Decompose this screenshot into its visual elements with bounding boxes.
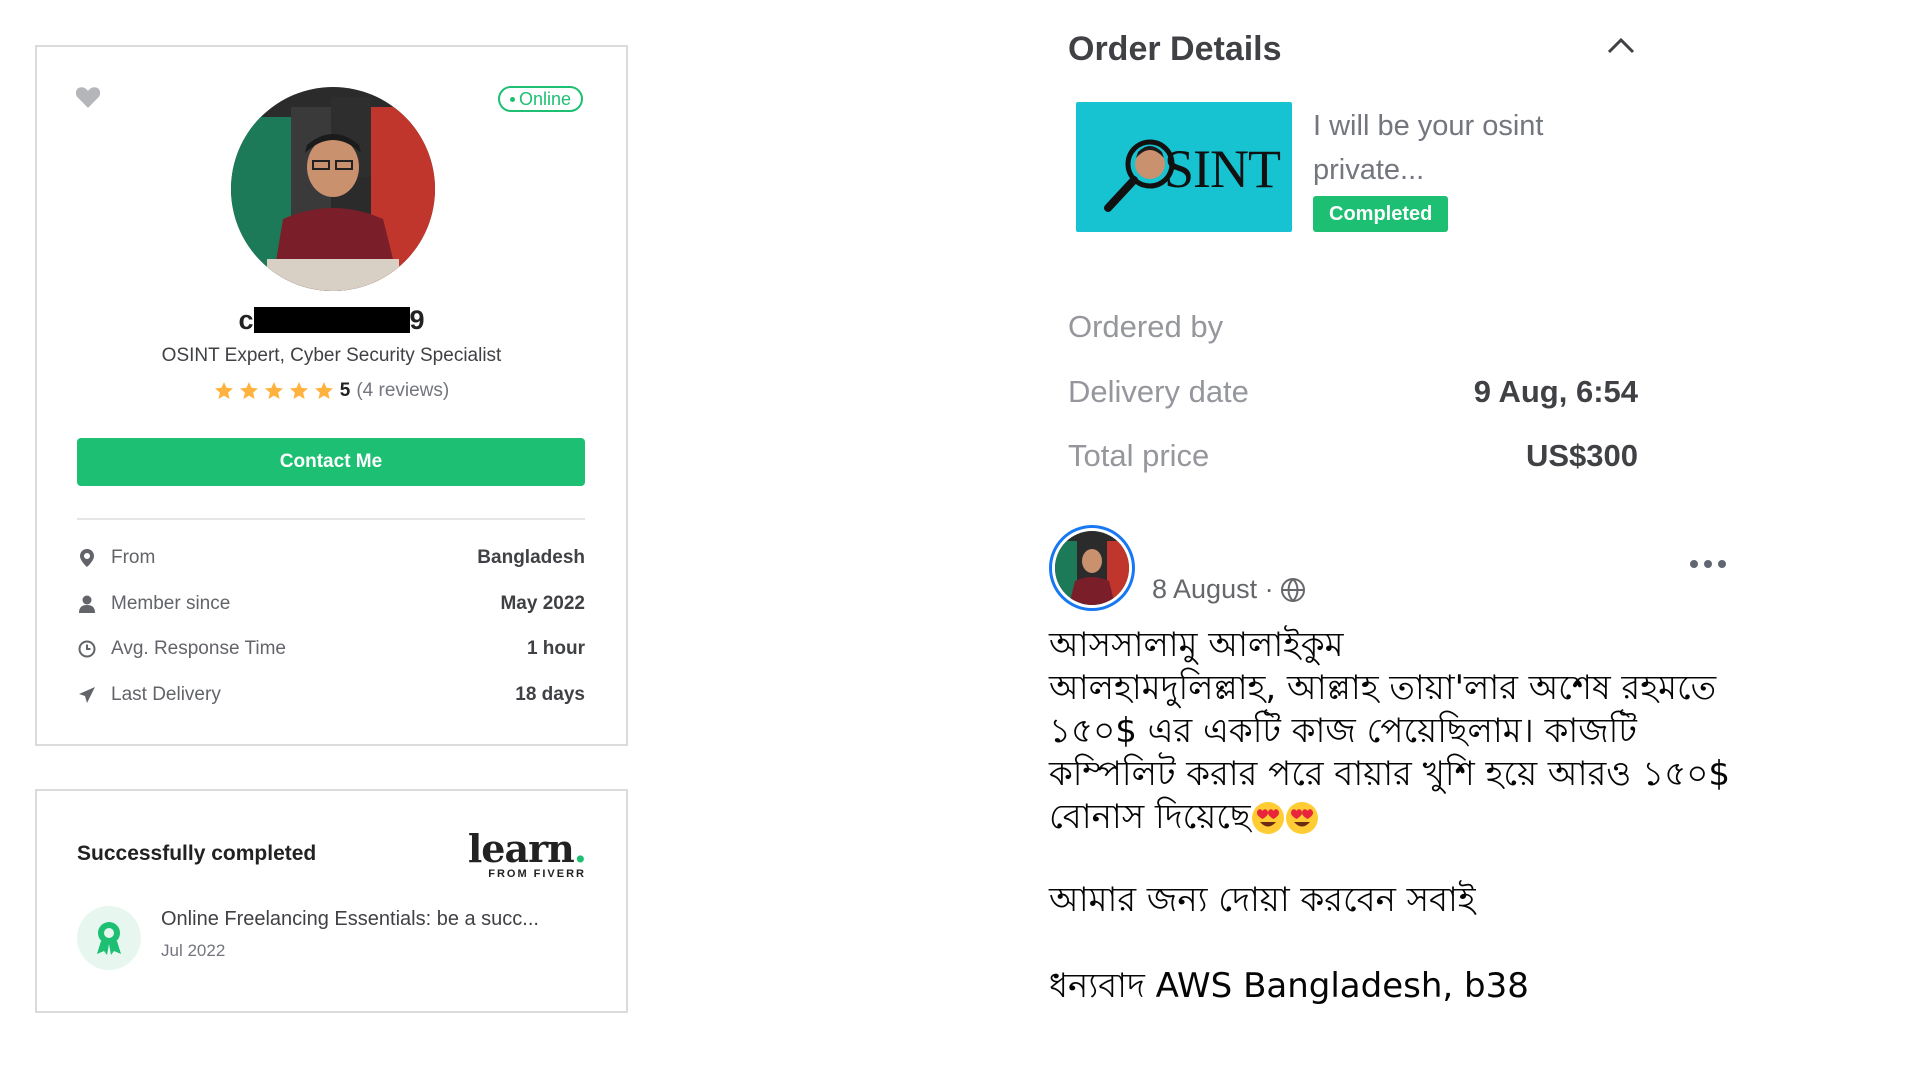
send-icon <box>77 685 97 705</box>
redacted-name-block <box>253 307 410 333</box>
post-line-with-emoji: বোনাস দিয়েছে <box>1049 796 1749 839</box>
chevron-up-icon[interactable] <box>1605 34 1637 58</box>
contact-me-button[interactable]: Contact Me <box>77 438 585 486</box>
certificate-badge-icon <box>77 906 141 970</box>
learn-from-fiverr-logo: learn. FROM FIVERR <box>467 826 587 881</box>
post-avatar-photo <box>1055 531 1129 605</box>
post-line: ১৫০$ এর একটি কাজ পেয়েছিলাম। কাজটি <box>1049 711 1637 751</box>
gig-thumb-text: SINT <box>1164 139 1281 199</box>
clock-icon <box>77 639 97 659</box>
star-icon <box>314 382 333 399</box>
star-icon <box>289 382 308 399</box>
course-title-link[interactable]: Online Freelancing Essentials: be a succ… <box>161 908 591 931</box>
info-row-from: From Bangladesh <box>77 545 585 571</box>
more-options-icon[interactable] <box>1690 558 1730 570</box>
heart-eyes-emoji-icon <box>1285 802 1318 834</box>
delivery-date-row: Delivery date 9 Aug, 6:54 <box>1068 374 1638 409</box>
online-status-badge: Online <box>498 86 584 112</box>
ordered-by-row: Ordered by <box>1068 309 1224 344</box>
order-status-badge: Completed <box>1313 196 1449 232</box>
rating-row: 5 (4 reviews) <box>37 380 626 402</box>
online-dot-icon <box>510 96 515 102</box>
user-icon <box>77 594 97 614</box>
total-price-row: Total price US$300 <box>1068 438 1638 473</box>
info-row-response-time: Avg. Response Time 1 hour <box>77 636 585 662</box>
heart-icon[interactable] <box>75 85 101 109</box>
post-line: আমার জন্য দোয়া করবেন সবাই <box>1049 880 1476 920</box>
seller-card: Online c9 OSINT Expert, Cyber Security S… <box>35 45 628 746</box>
info-row-last-delivery: Last Delivery 18 days <box>77 682 585 708</box>
avatar-photo <box>231 87 435 291</box>
star-icon <box>264 382 283 399</box>
heart-eyes-emoji-icon <box>1251 802 1284 834</box>
post-body: আসসালামু আলাইকুম আলহামদুলিল্লাহ, আল্লাহ … <box>1049 624 1749 1008</box>
seller-avatar[interactable] <box>231 87 435 291</box>
seller-tagline: OSINT Expert, Cyber Security Specialist <box>161 345 502 366</box>
star-icon <box>214 382 233 399</box>
info-row-member-since: Member since May 2022 <box>77 591 585 617</box>
star-rating <box>214 381 334 401</box>
globe-icon <box>1280 577 1305 602</box>
gig-title-link[interactable]: I will be your osint private... <box>1313 104 1613 192</box>
post-line: কম্পিলিট করার পরে বায়ার খুশি হয়ে আরও ১… <box>1049 754 1730 794</box>
learn-certificate-card: Successfully completed learn. FROM FIVER… <box>35 789 628 1013</box>
gig-thumbnail[interactable]: SINT <box>1076 102 1292 232</box>
divider <box>77 518 585 520</box>
location-pin-icon <box>77 548 97 568</box>
post-date[interactable]: 8 August · <box>1152 574 1274 605</box>
post-author-avatar[interactable] <box>1049 525 1135 611</box>
star-icon <box>239 382 258 399</box>
post-line: আলহামদুলিল্লাহ, আল্লাহ তায়া'লার অশেষ রহ… <box>1049 668 1717 708</box>
reviews-link[interactable]: (4 reviews) <box>356 380 449 402</box>
post-line: আসসালামু আলাইকুম <box>1049 625 1344 665</box>
learn-card-title: Successfully completed <box>77 842 317 865</box>
seller-name[interactable]: c9 <box>37 305 626 336</box>
order-details-title: Order Details <box>1068 30 1282 68</box>
course-completion-date: Jul 2022 <box>161 941 226 960</box>
rating-value: 5 <box>339 380 351 401</box>
post-meta: 8 August · <box>1152 574 1306 605</box>
post-line: ধন্যবাদ AWS Bangladesh, b38 <box>1049 966 1529 1006</box>
